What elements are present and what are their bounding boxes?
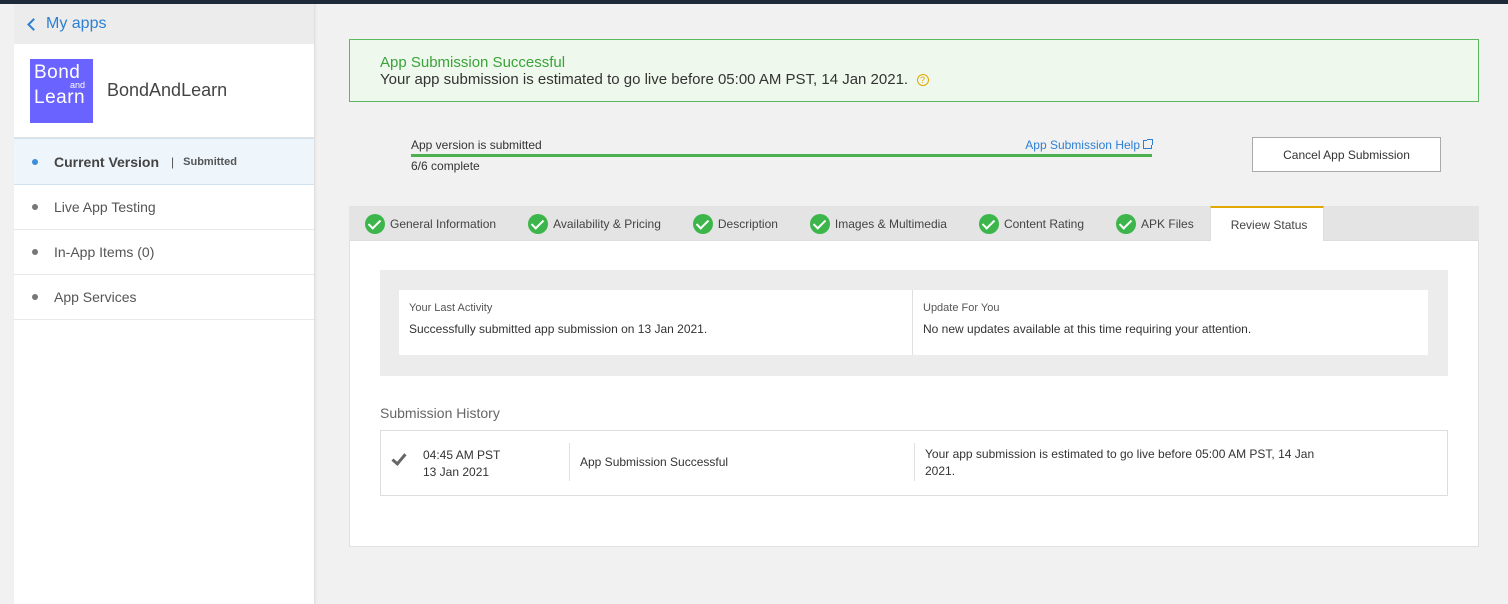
check-circle-icon (1116, 213, 1137, 234)
check-circle-icon (978, 213, 999, 234)
last-activity-title: Your Last Activity (409, 302, 493, 314)
history-description: Your app submission is estimated to go l… (925, 447, 1315, 478)
chevron-left-icon (27, 17, 40, 31)
update-title: Update For You (923, 302, 1000, 314)
separator: | (171, 154, 175, 169)
history-event: App Submission Successful (580, 455, 729, 469)
app-name: BondAndLearn (107, 80, 228, 100)
bullet-icon (32, 204, 38, 210)
app-logo: Bond and Learn (30, 58, 93, 123)
sidebar-item-label: Current Version (54, 153, 160, 170)
app-header: Bond and Learn BondAndLearn (14, 44, 314, 138)
cancel-app-submission-button[interactable]: Cancel App Submission (1252, 137, 1441, 172)
last-activity-card: Your Last Activity Successfully submitte… (399, 290, 913, 355)
tab-images-multimedia[interactable]: Images & Multimedia (794, 206, 963, 241)
help-icon[interactable]: ? (916, 74, 929, 86)
sidebar: My apps Bond and Learn BondAndLearn Curr… (14, 4, 315, 604)
sidebar-item-label: In-App Items (0) (54, 244, 155, 260)
check-circle-icon (528, 213, 549, 234)
submission-progress: App version is submitted App Submission … (411, 138, 1153, 173)
tab-label: APK Files (1141, 216, 1194, 231)
tab-label: General Information (390, 216, 497, 231)
bullet-icon (32, 249, 38, 255)
progress-status: App version is submitted (411, 138, 542, 152)
sidebar-item-app-services[interactable]: App Services (14, 275, 314, 320)
history-date: 13 Jan 2021 (423, 465, 490, 479)
tab-content-rating[interactable]: Content Rating (963, 206, 1100, 241)
activity-box: Your Last Activity Successfully submitte… (380, 270, 1448, 376)
history-time: 04:45 AM PST (423, 448, 501, 462)
sidebar-item-current-version[interactable]: Current Version | Submitted (14, 138, 314, 185)
banner-message: Your app submission is estimated to go l… (380, 71, 909, 88)
tab-label: Availability & Pricing (553, 216, 661, 231)
history-row: 04:45 AM PST 13 Jan 2021 App Submission … (380, 430, 1448, 496)
tab-description[interactable]: Description (677, 206, 794, 241)
logo-line-1: Bond (34, 61, 81, 83)
check-circle-icon (692, 213, 713, 234)
progress-count: 6/6 complete (411, 159, 480, 173)
submission-history-title: Submission History (380, 405, 500, 421)
sidebar-item-label: Live App Testing (54, 199, 156, 215)
submission-tabs: General Information Availability & Prici… (349, 206, 1479, 242)
divider (569, 443, 570, 481)
check-circle-icon (365, 213, 385, 234)
bullet-icon (32, 294, 38, 300)
check-icon (391, 450, 407, 466)
tab-label: Images & Multimedia (834, 216, 947, 231)
check-circle-icon (809, 213, 830, 234)
divider (914, 443, 915, 481)
back-to-my-apps-link[interactable]: My apps (14, 4, 314, 44)
banner-title: App Submission Successful (380, 54, 566, 71)
status-badge: Submitted (183, 155, 237, 168)
sidebar-item-label: App Services (54, 289, 137, 305)
app-submission-help-link[interactable]: App Submission Help (1025, 138, 1153, 152)
sidebar-item-in-app-items[interactable]: In-App Items (0) (14, 230, 314, 275)
last-activity-text: Successfully submitted app submission on… (409, 322, 708, 336)
tab-review-status[interactable]: Review Status (1209, 206, 1325, 242)
review-status-panel: Your Last Activity Successfully submitte… (349, 241, 1479, 547)
sidebar-item-live-app-testing[interactable]: Live App Testing (14, 185, 314, 230)
back-label: My apps (46, 15, 107, 32)
tab-apk-files[interactable]: APK Files (1100, 206, 1210, 241)
tab-label: Review Status (1230, 218, 1308, 232)
update-text: No new updates available at this time re… (923, 322, 1252, 336)
logo-line-3: Learn (34, 86, 86, 108)
help-link-label: App Submission Help (1025, 138, 1140, 152)
tab-general-information[interactable]: General Information (349, 206, 512, 241)
tab-label: Description (717, 216, 778, 231)
update-card: Update For You No new updates available … (913, 290, 1428, 355)
tab-label: Content Rating (1003, 216, 1085, 231)
bullet-icon (32, 158, 38, 165)
tab-availability-pricing[interactable]: Availability & Pricing (512, 206, 677, 241)
history-timestamp: 04:45 AM PST 13 Jan 2021 (423, 447, 500, 481)
external-link-icon (1143, 139, 1153, 149)
success-banner: App Submission Successful Your app submi… (349, 39, 1479, 102)
progress-bar (411, 154, 1152, 157)
